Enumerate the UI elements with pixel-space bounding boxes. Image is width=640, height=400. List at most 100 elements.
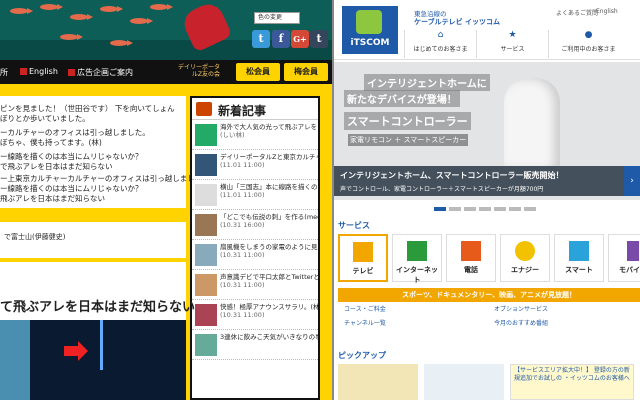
- pickup-banner-hikari[interactable]: [338, 364, 418, 400]
- phone-icon: [461, 241, 481, 261]
- carousel-dot[interactable]: [509, 207, 521, 211]
- member-matsu-button[interactable]: 松会員: [236, 63, 280, 81]
- nav-ad-info[interactable]: 広告企画ご案内: [68, 67, 133, 78]
- featured-headline[interactable]: て飛ぶアレを日本はまだ知らない: [0, 296, 195, 315]
- services-heading: サービス: [338, 221, 370, 230]
- tile-energy[interactable]: エナジー: [500, 234, 550, 282]
- bulb-icon: [515, 241, 535, 261]
- english-link[interactable]: English: [596, 8, 618, 15]
- laptop-icon: [407, 241, 427, 261]
- article-title: 声意識デビで平口太郎とTwitterと本を参加したに、(歌井梓): [220, 273, 318, 281]
- hero-line2: 新たなデバイスが登場！: [344, 90, 460, 107]
- new-articles-sidebar: 新着記事 海外で大人気の光って飛ぶアレを日本はまだ知らない(しい林) デイリーポ…: [190, 96, 320, 400]
- hero-product-tags: 家電リモコン ＋ スマートスピーカー: [348, 134, 469, 146]
- nav-current-customers[interactable]: ● ご利用中のお客さま: [548, 30, 628, 58]
- hero-line1: インテリジェントホームに: [364, 74, 490, 91]
- tile-smart[interactable]: スマート: [554, 234, 604, 282]
- hero-caption[interactable]: インテリジェントホーム、スマートコントローラー販売開始！ 声でコントロール、家電…: [334, 166, 624, 196]
- article-title: 扇風機をしまうの家電のように見えるけど実際はセレモニー(トルー): [220, 243, 318, 251]
- tile-label: スマート: [565, 266, 593, 274]
- article-title: 「どこでも伝説の刺」を作る(megaya): [220, 213, 318, 221]
- post-line: ピンを見ました！（世田谷です） 下を向いてしょん: [0, 104, 175, 113]
- pickup-news[interactable]: 【サービスエリア拡大中！】 登録の方の新規追加でお試しの ・イッツコムのお客様へ: [510, 364, 634, 400]
- link-channel-list[interactable]: チャンネル一覧: [344, 318, 386, 327]
- tumblr-icon[interactable]: t: [310, 30, 328, 48]
- article-item[interactable]: 声意識デビで平口太郎とTwitterと本を参加したに、(歌井梓)(10.31 1…: [192, 270, 318, 300]
- tagline-line2: ケーブルテレビ イッツコム: [414, 18, 501, 26]
- fish-illustration: [10, 8, 33, 14]
- article-thumbnail: [195, 304, 217, 326]
- article-title: 海外で大人気の光って飛ぶアレを日本はまだ知らない: [220, 123, 318, 131]
- post-line: ぼりとか歩いていました。: [0, 114, 90, 123]
- hero-line3: スマートコントローラー: [344, 112, 471, 130]
- member-ume-button[interactable]: 梅会員: [284, 63, 328, 81]
- nav-services[interactable]: ★ サービス: [476, 30, 548, 58]
- post-link[interactable]: で飛ぶアレを日本はまだ知らない: [0, 162, 182, 172]
- post-link[interactable]: ー上東京カルチャーカルチャーのオフィスは引っ越しまし: [0, 174, 195, 184]
- itscom-logo[interactable]: iTSCOM: [342, 6, 398, 54]
- fish-illustration: [60, 34, 83, 40]
- twitter-icon[interactable]: t: [252, 30, 270, 48]
- hero-caption-sub: 声でコントロール、家電コントローラー＋スマートスピーカーが月額700円: [340, 186, 544, 193]
- article-date: (しい林): [220, 131, 245, 139]
- carousel-dot[interactable]: [479, 207, 491, 211]
- tv-promo-bar: スポーツ、ドキュメンタリー、映画、アニメが見放題！: [338, 288, 640, 302]
- site-header-banner: 色の変更 t f G+ t: [0, 0, 332, 60]
- carousel-dot[interactable]: [524, 207, 536, 211]
- carousel-next-icon[interactable]: ›: [624, 166, 640, 196]
- tile-mobile[interactable]: モバイル: [608, 234, 640, 282]
- fish-illustration: [150, 4, 173, 10]
- logo-mark-icon: [356, 10, 382, 34]
- article-title: デイリーポータルZと東京カルチャーカルチャーのオフィスは引っ越しました(林雄司): [220, 153, 318, 161]
- nav-item-1[interactable]: 所: [0, 67, 8, 78]
- article-date: (11.01 11:00): [220, 191, 265, 199]
- tile-internet[interactable]: インターネット: [392, 234, 442, 284]
- nav-current-label: ご利用中のお客さま: [561, 46, 616, 53]
- article-item[interactable]: 横山「三国志」本に線路を描くのは本当にムリじゃないか？(北村)(11.01 11…: [192, 180, 318, 210]
- sidebar-header: 新着記事: [192, 98, 318, 120]
- tile-phone[interactable]: 電話: [446, 234, 496, 282]
- article-thumbnail: [195, 274, 217, 296]
- article-item[interactable]: 海外で大人気の光って飛ぶアレを日本はまだ知らない(しい林): [192, 120, 318, 150]
- red-arrow-icon: [64, 341, 88, 361]
- fish-illustration: [110, 40, 133, 46]
- carousel-dot[interactable]: [434, 207, 446, 211]
- link-course-price[interactable]: コース・ご料金: [344, 304, 386, 313]
- itscom-header: iTSCOM 東急沿線の ケーブルテレビ イッツコム よくあるご質問 Engli…: [334, 0, 640, 60]
- featured-article[interactable]: て飛ぶアレを日本はまだ知らない: [0, 262, 195, 400]
- featured-photo[interactable]: [0, 320, 186, 400]
- article-item[interactable]: デイリーポータルZと東京カルチャーカルチャーのオフィスは引っ越しました(林雄司)…: [192, 150, 318, 180]
- hero-carousel[interactable]: インテリジェントホームに 新たなデバイスが登場！ スマートコントローラー 家電リ…: [334, 62, 640, 200]
- carousel-dot[interactable]: [464, 207, 476, 211]
- square-icon: [20, 68, 27, 75]
- nav-first-time[interactable]: ⌂ はじめてのお客さま: [404, 30, 476, 58]
- article-item[interactable]: 「どこでも伝説の刺」を作る(megaya)(10.31 16:00): [192, 210, 318, 240]
- googleplus-icon[interactable]: G+: [291, 30, 309, 48]
- star-icon: ★: [508, 30, 517, 40]
- post-excerpt-2[interactable]: で富士山(伊藤健史): [0, 222, 186, 258]
- pickup-banner-delivery[interactable]: [424, 364, 504, 400]
- nav-english[interactable]: English: [20, 67, 58, 76]
- article-item[interactable]: 快感！極厚アナウンスサラリ。(林雄司)(10.31 11:00): [192, 300, 318, 330]
- sidebar-title: 新着記事: [218, 104, 267, 118]
- carousel-dot[interactable]: [494, 207, 506, 211]
- new-articles-icon: [196, 102, 212, 116]
- logo-text: iTSCOM: [350, 38, 390, 48]
- link-recommended[interactable]: 今月のおすすめ番組: [494, 318, 548, 327]
- article-item[interactable]: 扇風機をしまうの家電のように見えるけど実際はセレモニー(トルー)(10.31 1…: [192, 240, 318, 270]
- tile-label: インターネット: [396, 266, 438, 284]
- post-link[interactable]: ー線路を描くのは本当にムリじゃないか？: [0, 184, 182, 194]
- post-link[interactable]: 飛ぶアレを日本はまだ知らない: [0, 194, 182, 204]
- facebook-icon[interactable]: f: [272, 30, 290, 48]
- faq-link[interactable]: よくあるご質問: [556, 8, 598, 17]
- tile-tv[interactable]: テレビ: [338, 234, 388, 282]
- article-title: 横山「三国志」本に線路を描くのは本当にムリじゃないか？(北村): [220, 183, 318, 191]
- article-item[interactable]: 3連休に飲みこ天気がいきなりの事ある最適は本年の(近藤サンク): [192, 330, 318, 360]
- post-link[interactable]: ー線路を描くのは本当にムリじゃないか？: [0, 152, 182, 162]
- link-options[interactable]: オプションサービス: [494, 304, 548, 313]
- carousel-dot[interactable]: [449, 207, 461, 211]
- color-change-button[interactable]: 色の変更: [254, 12, 300, 24]
- article-thumbnail: [195, 334, 217, 356]
- house-icon: [569, 241, 589, 261]
- right-browser-pane: iTSCOM 東急沿線の ケーブルテレビ イッツコム よくあるご質問 Engli…: [334, 0, 640, 400]
